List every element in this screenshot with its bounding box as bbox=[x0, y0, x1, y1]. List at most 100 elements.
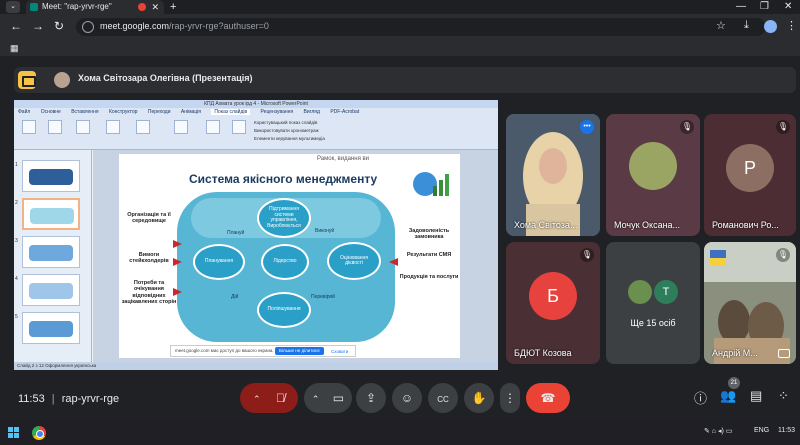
output-label: Продукція та послуги bbox=[399, 274, 459, 280]
ribbon-tab-active[interactable]: Показ слайдів bbox=[211, 109, 251, 115]
participant-photo-avatar bbox=[628, 280, 652, 304]
current-slide: Рамок, видання ви Система якісного менед… bbox=[119, 154, 460, 358]
end-call-button[interactable]: ☎ bbox=[526, 383, 570, 413]
speaking-indicator-icon: ••• bbox=[580, 120, 594, 134]
slide-canvas: Рамок, видання ви Система якісного менед… bbox=[93, 150, 498, 362]
output-arrow bbox=[389, 258, 398, 266]
participant-tile[interactable]: Р 🎙 Романович Ро... bbox=[704, 114, 796, 236]
window-close-button[interactable]: ✕ bbox=[784, 0, 792, 14]
input-language[interactable]: ENG bbox=[754, 427, 769, 434]
pin-tile-icon[interactable] bbox=[778, 349, 790, 358]
thumb-number: 2 bbox=[15, 200, 18, 206]
cycle-label-do: Виконуй bbox=[315, 228, 335, 234]
slide-thumbnail[interactable] bbox=[22, 160, 80, 192]
cycle-label-plan: Плануй bbox=[227, 230, 245, 236]
output-label: Задоволеність замовника bbox=[408, 228, 450, 241]
restore-button[interactable]: ❐ bbox=[760, 0, 769, 14]
thumb-number: 1 bbox=[15, 162, 18, 168]
ribbon-tab[interactable]: Вставлення bbox=[71, 109, 98, 115]
slide-thumbnail[interactable] bbox=[22, 274, 80, 306]
ribbon-button[interactable] bbox=[136, 120, 150, 134]
mic-toggle-button[interactable]: ⌃ 🎙̸ bbox=[240, 383, 298, 413]
activities-icon[interactable]: ⁘ bbox=[778, 388, 789, 404]
ribbon-tabs: Файл Основне Вставлення Конструктор Пере… bbox=[18, 109, 368, 117]
input-label: Потреби та очікування відповідних заціка… bbox=[121, 280, 177, 305]
present-screen-button[interactable]: ⇪ bbox=[356, 383, 386, 413]
ribbon-button[interactable] bbox=[232, 120, 246, 134]
ribbon-tab[interactable]: Анімація bbox=[181, 109, 201, 115]
apps-grid-icon[interactable]: ▦ bbox=[10, 43, 19, 54]
participant-tile[interactable]: 🎙 Андрій М... bbox=[704, 242, 796, 364]
participant-tile[interactable]: Б 🎙 БДЮТ Козова bbox=[506, 242, 600, 364]
new-tab-button[interactable]: + bbox=[170, 0, 176, 14]
profile-avatar[interactable] bbox=[764, 20, 777, 33]
browser-menu-icon[interactable]: ⋮ bbox=[786, 19, 797, 32]
site-info-icon[interactable] bbox=[82, 21, 94, 33]
raise-hand-button[interactable]: ✋ bbox=[464, 383, 494, 413]
camera-toggle-button[interactable]: ⌃ ▭ bbox=[304, 383, 352, 413]
minimize-button[interactable]: — bbox=[736, 0, 746, 14]
os-clock[interactable]: 11:53 bbox=[778, 427, 795, 434]
forward-arrow-icon[interactable]: → bbox=[32, 19, 44, 33]
ribbon-tab[interactable]: Файл bbox=[18, 109, 30, 115]
ribbon-button[interactable] bbox=[106, 120, 120, 134]
node-planning: Планування bbox=[193, 244, 245, 280]
chrome-taskbar-icon[interactable] bbox=[32, 426, 46, 440]
address-bar[interactable]: meet.google.com/rap-yrvr-rge?authuser=0 bbox=[76, 18, 766, 36]
presenter-avatar bbox=[54, 72, 70, 88]
mic-off-icon: 🎙̸ bbox=[275, 391, 285, 405]
node-improvement: Поліпшування bbox=[257, 292, 311, 328]
captions-button[interactable]: CC bbox=[428, 383, 458, 413]
download-icon[interactable]: ⤓ bbox=[744, 19, 749, 32]
start-menu-icon[interactable] bbox=[8, 427, 20, 439]
ribbon-button[interactable] bbox=[48, 120, 62, 134]
participant-name: Мочук Оксана... bbox=[614, 220, 681, 230]
ribbon-checkbox[interactable]: Користувацький показ слайдів bbox=[254, 120, 317, 125]
ribbon-checkbox[interactable]: Елементи керування мультимедіа bbox=[254, 136, 325, 141]
slide-thumbnail[interactable] bbox=[22, 312, 80, 344]
share-note-text: meet.google.com має доступ до вашого екр… bbox=[175, 348, 274, 353]
powerpoint-title: КПД Ахмата урок ірд 4 - Microsoft PowerP… bbox=[14, 100, 498, 108]
hide-notice-link[interactable]: Сховати bbox=[331, 347, 348, 357]
ribbon-tab[interactable]: Переходи bbox=[148, 109, 171, 115]
ribbon-button[interactable] bbox=[174, 120, 188, 134]
slide-thumbnail[interactable] bbox=[22, 236, 80, 268]
mic-options-chevron-icon[interactable]: ⌃ bbox=[253, 394, 261, 404]
emoji-button[interactable]: ☺ bbox=[392, 383, 422, 413]
browser-tab-meet[interactable]: Meet: "rap-yrvr-rge" ✕ bbox=[26, 0, 164, 14]
ribbon-tab[interactable]: Вигляд bbox=[304, 109, 320, 115]
ribbon-tab[interactable]: Конструктор bbox=[109, 109, 138, 115]
tab-close-icon[interactable]: ✕ bbox=[151, 0, 159, 14]
letter-avatar: Б bbox=[529, 272, 577, 320]
ribbon-button[interactable] bbox=[76, 120, 90, 134]
slide-thumbnail-selected[interactable] bbox=[22, 198, 80, 230]
cycle-label-act: Дій bbox=[231, 294, 239, 300]
more-options-button[interactable]: ⋮ bbox=[500, 383, 520, 413]
stop-sharing-button[interactable]: Більше не ділитися bbox=[275, 347, 324, 355]
tray-icons[interactable]: ✎ ⌂ ◂) ▭ bbox=[704, 427, 732, 435]
tab-search-button[interactable]: ⌄ bbox=[6, 1, 20, 13]
ribbon-tab[interactable]: Рецензування bbox=[261, 109, 294, 115]
participant-tile[interactable]: ••• Хома Світоза... bbox=[506, 114, 600, 236]
participant-tile[interactable]: 🎙 Мочук Оксана... bbox=[606, 114, 700, 236]
output-label: Результати СМЯ bbox=[406, 252, 452, 258]
camera-options-chevron-icon[interactable]: ⌃ bbox=[312, 394, 320, 404]
input-label: Вимоги стейкхолдерів bbox=[129, 252, 169, 265]
bookmark-star-icon[interactable]: ☆ bbox=[716, 19, 726, 32]
ribbon-button[interactable] bbox=[206, 120, 220, 134]
node-evaluation: Оцінювання дієвості bbox=[327, 242, 381, 280]
chat-icon[interactable]: ▤ bbox=[750, 388, 762, 404]
hangup-icon: ☎ bbox=[540, 391, 556, 405]
meeting-info-icon[interactable]: ⓘ bbox=[694, 388, 707, 407]
more-vert-icon: ⋮ bbox=[504, 391, 516, 405]
back-arrow-icon[interactable]: ← bbox=[10, 19, 22, 33]
mic-off-icon: 🎙 bbox=[680, 120, 694, 134]
more-participants-tile[interactable]: Т Ще 15 осіб bbox=[606, 242, 700, 364]
people-icon[interactable]: 👥 bbox=[720, 388, 736, 404]
ribbon-checkbox[interactable]: Використовувати хронометраж bbox=[254, 128, 319, 133]
ribbon-tab[interactable]: PDF-Acrobat bbox=[330, 109, 359, 115]
reload-icon[interactable]: ↻ bbox=[54, 19, 64, 33]
ribbon-button[interactable] bbox=[22, 120, 36, 134]
meeting-time-and-code: 11:53 | rap-yrvr-rge bbox=[18, 393, 120, 405]
ribbon-tab[interactable]: Основне bbox=[41, 109, 61, 115]
